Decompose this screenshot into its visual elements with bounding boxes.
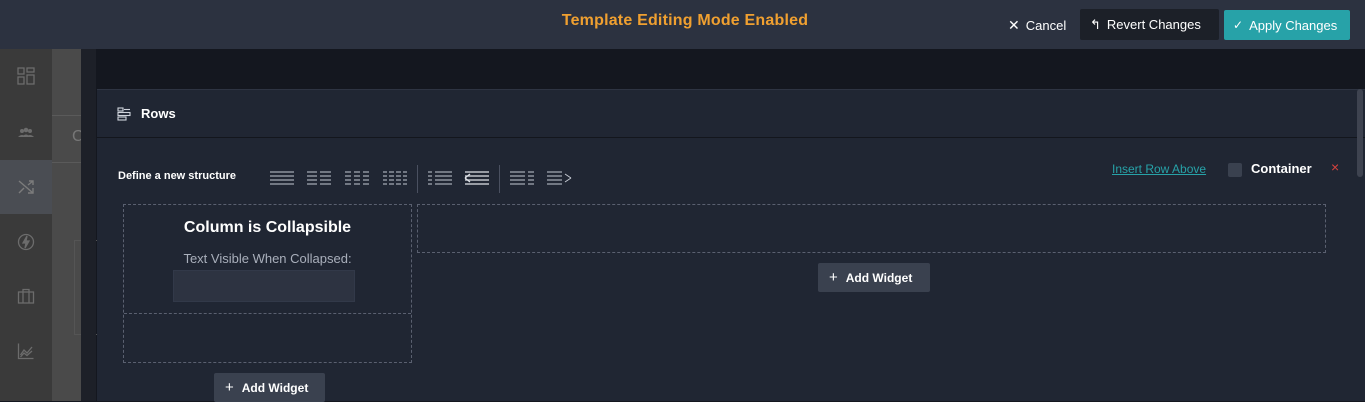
backdrop-gutter xyxy=(81,49,96,401)
widget-drop-zone[interactable] xyxy=(417,204,1326,253)
chart-icon xyxy=(17,343,34,360)
undo-icon: ↰ xyxy=(1090,16,1101,32)
revert-changes-button[interactable]: ↰ Revert Changes xyxy=(1080,9,1219,40)
collapsible-column: Column is Collapsible Text Visible When … xyxy=(123,204,412,363)
rows-icon xyxy=(117,106,131,121)
rows-panel-header: Rows xyxy=(97,90,1365,138)
structure-label: Define a new structure xyxy=(118,170,236,182)
plus-icon: + xyxy=(829,269,838,286)
container-checkbox[interactable] xyxy=(1228,163,1242,177)
collapsible-title: Column is Collapsible xyxy=(183,219,352,236)
add-widget-button-left[interactable]: + Add Widget xyxy=(214,373,325,402)
add-widget-button-right[interactable]: + Add Widget xyxy=(818,263,930,292)
sidebar-item-automation[interactable] xyxy=(0,215,52,269)
dashboard-icon xyxy=(17,67,35,85)
layout-1-col-icon[interactable] xyxy=(269,170,295,186)
layout-left-narrow-icon[interactable] xyxy=(427,170,453,186)
collapsed-text-label: Text Visible When Collapsed: xyxy=(183,251,352,266)
apply-changes-button[interactable]: ✓ Apply Changes xyxy=(1224,10,1350,40)
users-icon xyxy=(18,127,34,137)
sidebar-item-dashboard[interactable] xyxy=(0,49,52,103)
backdrop-tab: C xyxy=(52,115,84,163)
insert-row-above-link[interactable]: Insert Row Above xyxy=(1112,162,1206,176)
backdrop-overlay xyxy=(52,49,81,401)
sidebar-item-reports[interactable] xyxy=(0,324,52,378)
editing-mode-bar: Template Editing Mode Enabled ✕ Cancel ↰… xyxy=(0,0,1365,49)
layout-wide-left-icon[interactable] xyxy=(509,170,535,186)
briefcase-icon xyxy=(17,288,35,304)
container-label: Container xyxy=(1251,161,1312,176)
cancel-button[interactable]: ✕ Cancel xyxy=(1000,10,1074,40)
plus-icon: + xyxy=(225,379,234,396)
cancel-label: Cancel xyxy=(1025,17,1067,33)
shuffle-icon xyxy=(18,180,34,194)
vertical-scrollbar[interactable] xyxy=(1357,89,1363,177)
sidebar-item-cases[interactable] xyxy=(0,269,52,323)
remove-row-button[interactable]: × xyxy=(1331,159,1339,175)
layout-3-col-icon[interactable] xyxy=(344,170,370,186)
revert-label: Revert Changes xyxy=(1106,17,1201,32)
sidebar-item-workflows[interactable] xyxy=(0,160,52,214)
layout-wide-right-icon[interactable] xyxy=(546,170,572,186)
collapsible-settings: Column is Collapsible Text Visible When … xyxy=(124,205,411,314)
rows-panel: Rows Define a new structure Insert Row A… xyxy=(97,89,1365,402)
close-icon: ✕ xyxy=(1008,16,1020,33)
layout-2-col-icon[interactable] xyxy=(306,170,332,186)
apply-label: Apply Changes xyxy=(1249,17,1338,33)
collapsed-text-input[interactable] xyxy=(173,270,355,302)
layout-divider xyxy=(417,165,418,193)
sidebar-item-users[interactable] xyxy=(0,106,52,160)
check-icon: ✓ xyxy=(1233,18,1244,32)
rows-title: Rows xyxy=(141,106,176,121)
layout-right-narrow-icon[interactable] xyxy=(464,170,490,186)
left-sidebar xyxy=(0,49,52,401)
layout-4-col-icon[interactable] xyxy=(382,170,408,186)
layout-divider xyxy=(499,165,500,193)
add-widget-label: Add Widget xyxy=(845,270,913,285)
lightning-icon xyxy=(17,233,35,251)
add-widget-label: Add Widget xyxy=(241,380,309,395)
